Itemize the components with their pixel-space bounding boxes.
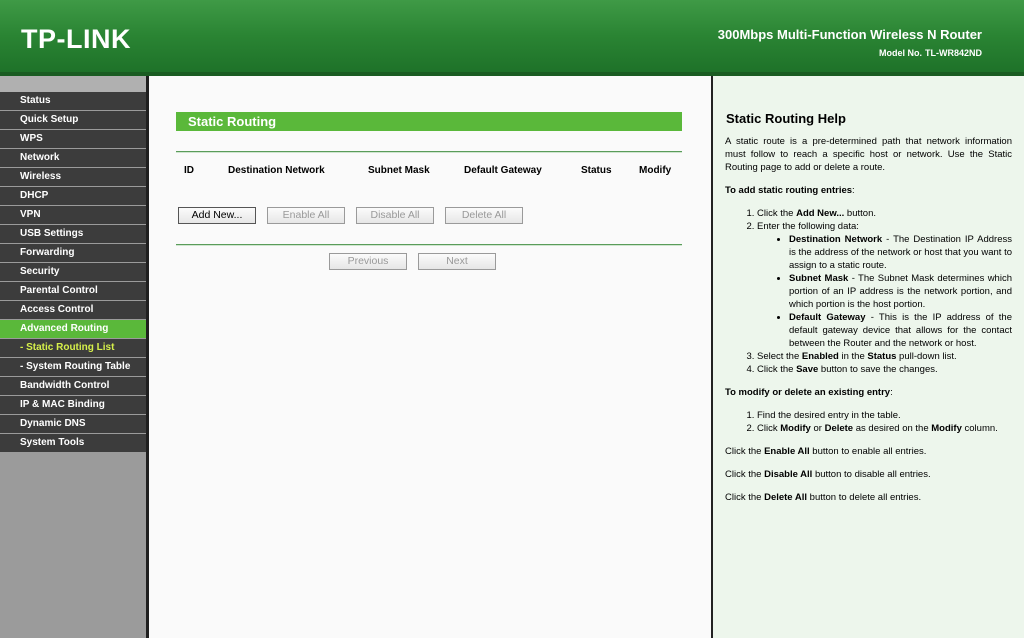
sidebar-item-quick-setup[interactable]: Quick Setup (0, 111, 146, 129)
column-header-modify: Modify (639, 165, 672, 176)
help-bold: Subnet Mask (789, 273, 849, 284)
help-field-default-gateway: Default Gateway - This is the IP address… (789, 311, 1012, 350)
help-add-step-3: Select the Enabled in the Status pull-do… (757, 350, 1012, 363)
help-text: Click the (757, 208, 797, 219)
help-text: Click the (725, 469, 765, 480)
help-text: or (810, 423, 825, 434)
help-bold: Destination Network (789, 234, 883, 245)
sidebar-item-dynamic-dns[interactable]: Dynamic DNS (0, 415, 146, 433)
help-text: pull-down list. (896, 351, 957, 362)
help-text: button to disable all entries. (812, 469, 931, 480)
table-top-divider (176, 151, 682, 153)
help-bold: Modify (931, 423, 962, 434)
help-text: Click the (725, 492, 765, 503)
sidebar-item-network[interactable]: Network (0, 149, 146, 167)
help-text: button to delete all entries. (807, 492, 922, 503)
sidebar-item-usb-settings[interactable]: USB Settings (0, 225, 146, 243)
help-bold: Disable All (764, 469, 813, 480)
sidebar-item-access-control[interactable]: Access Control (0, 301, 146, 319)
sidebar-item-system-tools[interactable]: System Tools (0, 434, 146, 452)
sidebar-item-ip-mac-binding[interactable]: IP & MAC Binding (0, 396, 146, 414)
sidebar-item-advanced-routing[interactable]: Advanced Routing (0, 320, 146, 338)
column-header-default-gateway: Default Gateway (464, 165, 542, 176)
help-bold: Status (867, 351, 897, 362)
help-bold: Enable All (764, 446, 810, 457)
help-text: Enter the following data: (757, 221, 859, 232)
help-add-heading-text: To add static routing entries (725, 185, 853, 196)
sidebar-item-wps[interactable]: WPS (0, 130, 146, 148)
help-modify-heading-text: To modify or delete an existing entry (725, 387, 891, 398)
sidebar-subitem-system-routing-table[interactable]: - System Routing Table (0, 358, 146, 376)
model-label: Model No. (878, 48, 922, 58)
help-panel: Static Routing Help A static route is a … (713, 76, 1024, 638)
sidebar-subitem-static-routing-list[interactable]: - Static Routing List (0, 339, 146, 357)
help-add-step-2: Enter the following data: Destination Ne… (757, 220, 1012, 350)
help-bold: Delete All (764, 492, 808, 503)
add-new-button[interactable]: Add New... (178, 207, 256, 224)
help-modify-steps: Find the desired entry in the table. Cli… (725, 409, 1012, 435)
help-text: Click the (725, 446, 765, 457)
delete-all-button[interactable]: Delete All (445, 207, 523, 224)
sidebar-item-status[interactable]: Status (0, 92, 146, 110)
help-bold: Enabled (801, 351, 839, 362)
previous-page-button[interactable]: Previous (329, 253, 407, 270)
help-text: column. (961, 423, 998, 434)
page-title: Static Routing (176, 112, 682, 131)
help-field-list: Destination Network - The Destination IP… (757, 233, 1012, 350)
help-disable-all: Click the Disable All button to disable … (725, 468, 1012, 481)
sidebar-spacer (0, 76, 146, 92)
sidebar-item-parental-control[interactable]: Parental Control (0, 282, 146, 300)
sidebar-menu: Status Quick Setup WPS Network Wireless … (0, 76, 149, 638)
help-text: Click the (757, 364, 797, 375)
help-text: Click (757, 423, 781, 434)
help-text: Select the (757, 351, 802, 362)
main-content: Static Routing ID Destination Network Su… (149, 76, 713, 638)
help-enable-all: Click the Enable All button to enable al… (725, 445, 1012, 458)
help-text: as desired on the (853, 423, 932, 434)
column-header-subnet-mask: Subnet Mask (368, 165, 430, 176)
help-modify-heading: To modify or delete an existing entry: (725, 387, 893, 398)
help-add-steps: Click the Add New... button. Enter the f… (725, 207, 1012, 376)
help-add-step-4: Click the Save button to save the change… (757, 363, 1012, 376)
column-header-destination-network: Destination Network (228, 165, 325, 176)
help-bold: Add New... (796, 208, 845, 219)
help-text: button to enable all entries. (809, 446, 927, 457)
next-page-button[interactable]: Next (418, 253, 496, 270)
column-header-id: ID (184, 165, 194, 176)
sidebar-item-security[interactable]: Security (0, 263, 146, 281)
help-bold: Delete (824, 423, 854, 434)
help-bold: Modify (780, 423, 811, 434)
help-body: A static route is a pre-determined path … (725, 135, 1012, 514)
sidebar-item-wireless[interactable]: Wireless (0, 168, 146, 186)
header-banner: TP-LINK 300Mbps Multi-Function Wireless … (0, 0, 1024, 72)
help-field-destination: Destination Network - The Destination IP… (789, 233, 1012, 272)
disable-all-button[interactable]: Disable All (356, 207, 434, 224)
sidebar-item-forwarding[interactable]: Forwarding (0, 244, 146, 262)
help-field-subnet-mask: Subnet Mask - The Subnet Mask determines… (789, 272, 1012, 311)
sidebar-item-bandwidth-control[interactable]: Bandwidth Control (0, 377, 146, 395)
help-mod-step-1: Find the desired entry in the table. (757, 409, 1012, 422)
model-number: TL-WR842ND (924, 48, 982, 58)
column-header-status: Status (581, 165, 612, 176)
help-delete-all: Click the Delete All button to delete al… (725, 491, 1012, 504)
help-bold: Default Gateway (789, 312, 866, 323)
sidebar-item-dhcp[interactable]: DHCP (0, 187, 146, 205)
help-text: button. (844, 208, 876, 219)
help-add-step-1: Click the Add New... button. (757, 207, 1012, 220)
table-bottom-divider (176, 244, 682, 246)
help-add-heading: To add static routing entries: (725, 185, 855, 196)
sidebar-item-vpn[interactable]: VPN (0, 206, 146, 224)
help-text: button to save the changes. (818, 364, 938, 375)
help-bold: Save (796, 364, 819, 375)
product-name: 300Mbps Multi-Function Wireless N Router (717, 27, 982, 42)
model-info: Model No. TL-WR842ND (879, 48, 982, 58)
help-text: in the (838, 351, 868, 362)
enable-all-button[interactable]: Enable All (267, 207, 345, 224)
tp-link-logo: TP-LINK (21, 24, 131, 54)
help-title: Static Routing Help (726, 111, 846, 126)
help-mod-step-2: Click Modify or Delete as desired on the… (757, 422, 1012, 435)
help-intro: A static route is a pre-determined path … (725, 136, 1012, 173)
